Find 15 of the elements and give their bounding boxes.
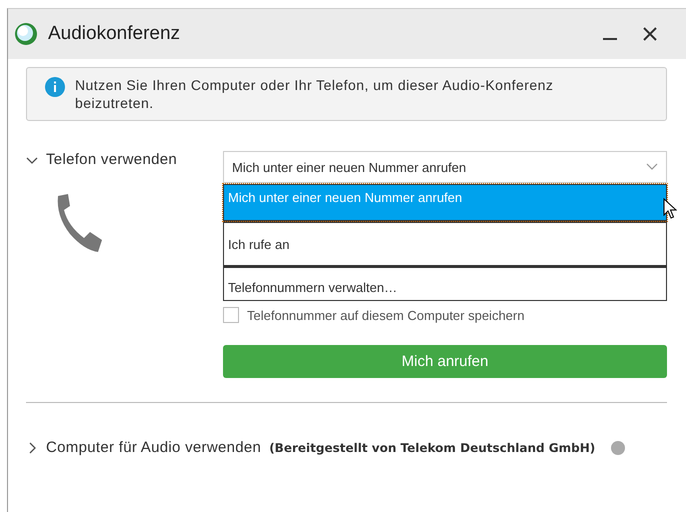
mouse-pointer-icon <box>663 198 677 220</box>
section-toggle[interactable]: Computer für Audio verwenden <box>26 439 262 456</box>
info-text: Nutzen Sie Ihren Computer oder Ihr Telefon, um dieser Audio-Konferenz beizutreten. <box>75 76 554 112</box>
close-icon[interactable] <box>642 26 658 42</box>
globe-logo-icon <box>14 22 38 46</box>
window-title: Audiokonferenz <box>48 23 180 45</box>
provider-note: (Bereitgestellt von Telekom Deutschland GmbH) <box>269 440 596 454</box>
checkbox-label: Telefonnummer auf diesem Computer speichern <box>247 308 524 322</box>
dropdown-option[interactable]: Ich rufe an <box>223 221 667 266</box>
phone-option-dropdown[interactable]: Mich unter einer neuen Nummer anrufen <box>223 151 667 183</box>
dropdown-option[interactable]: Telefonnummern verwalten… <box>223 266 667 301</box>
section-toggle[interactable]: Telefon verwenden <box>26 151 178 168</box>
caret-icon <box>646 163 658 171</box>
info-icon <box>45 77 65 97</box>
save-number-checkbox[interactable] <box>223 307 239 323</box>
